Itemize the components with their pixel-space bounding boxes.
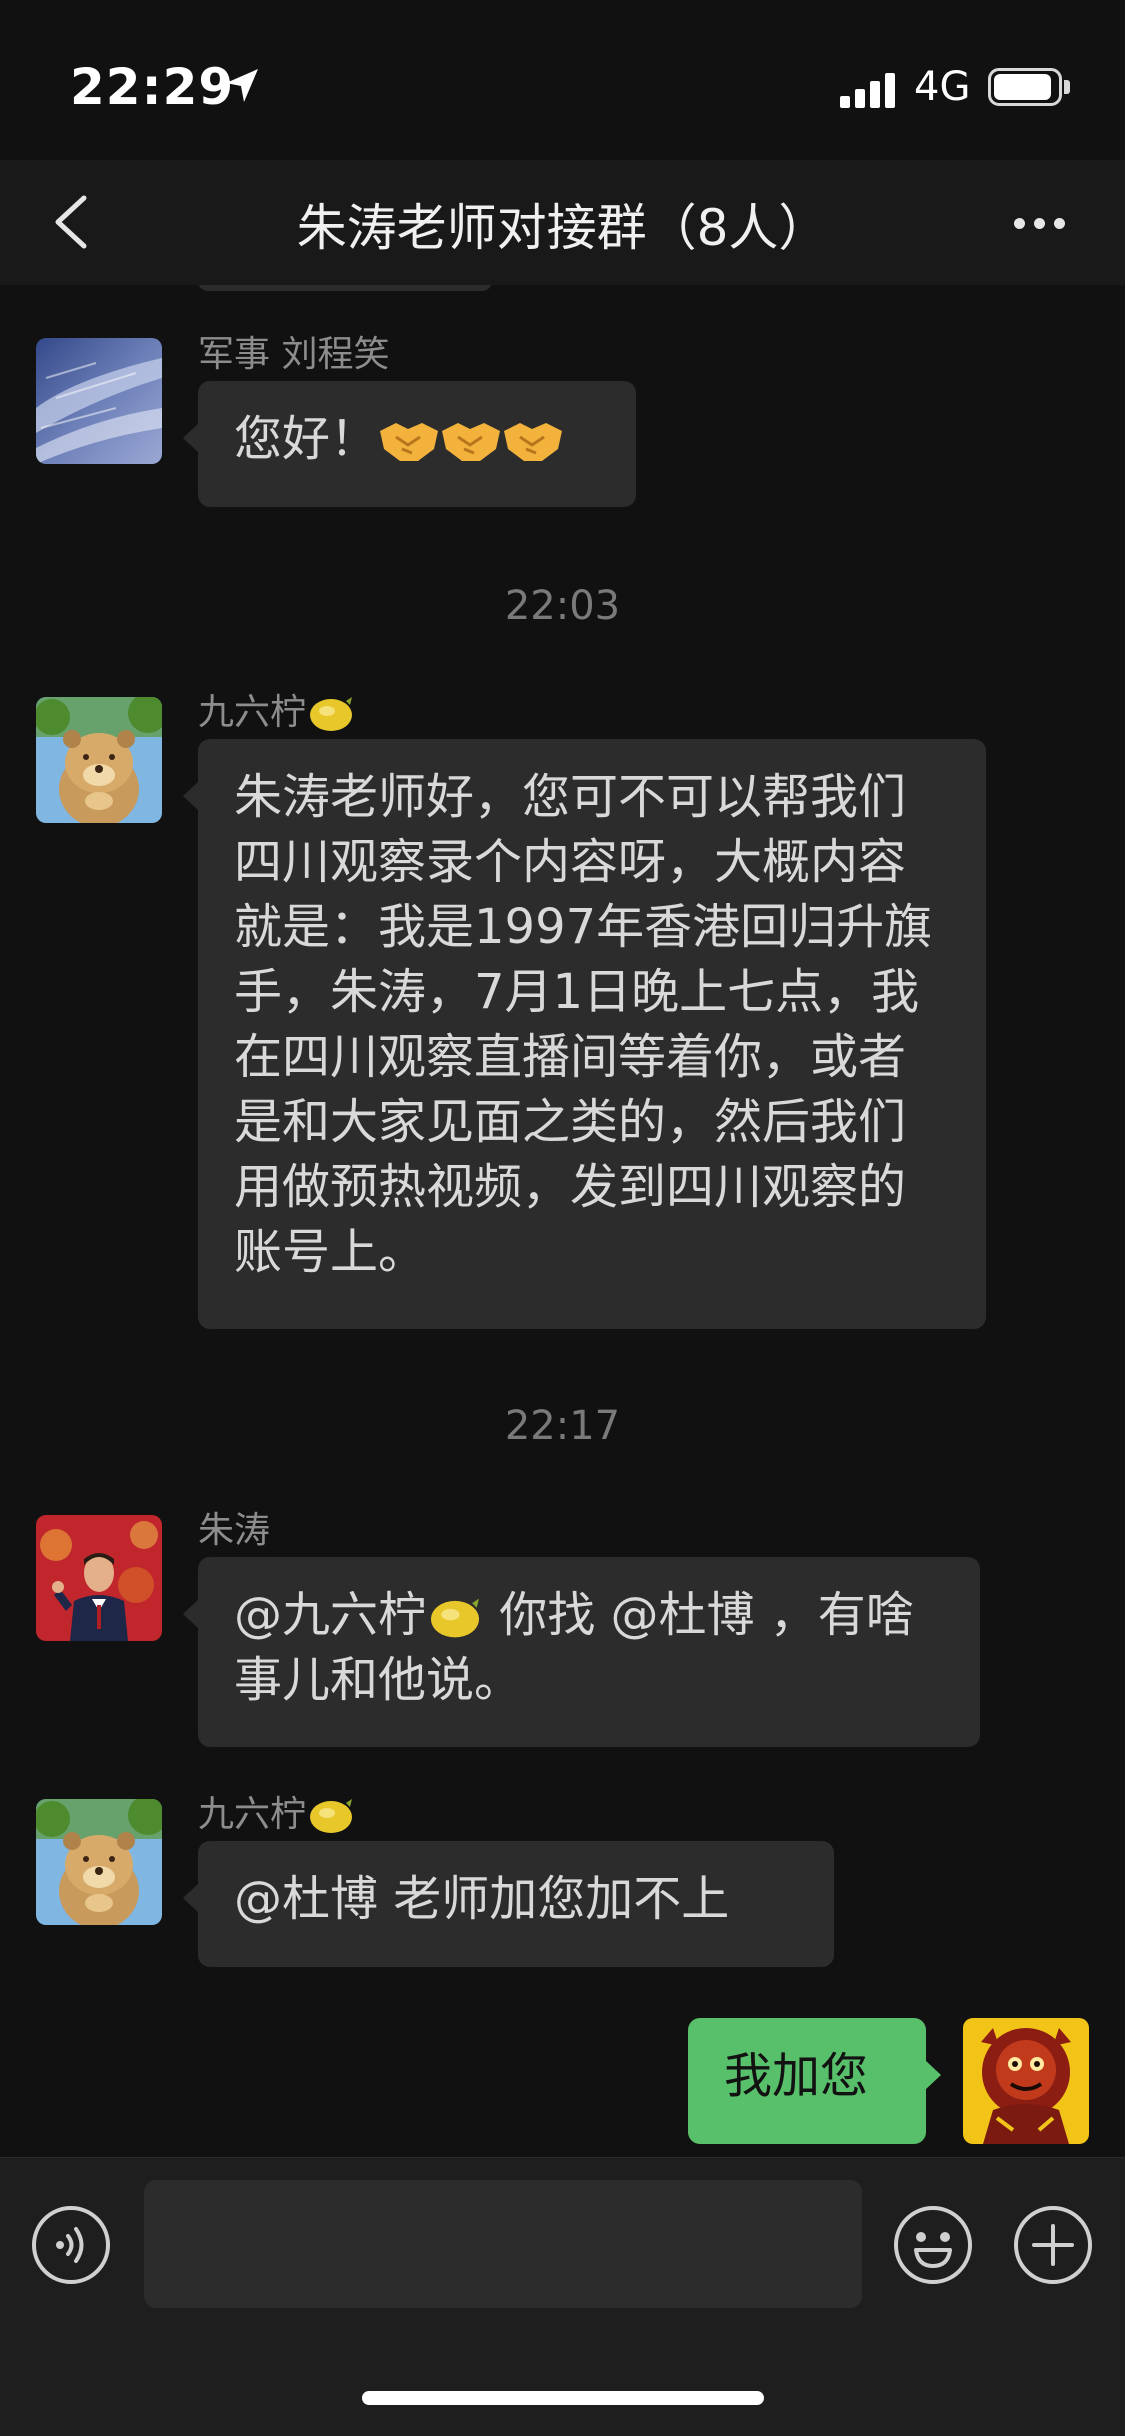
add-icon[interactable] xyxy=(1012,2204,1094,2286)
network-type: 4G xyxy=(914,64,971,110)
timestamp: 22:03 xyxy=(504,583,621,629)
avatar-sender-2[interactable] xyxy=(36,1799,162,1925)
battery-cap xyxy=(1064,80,1070,94)
message-text: 我加您 xyxy=(724,2048,869,2104)
status-time: 22:29 xyxy=(70,58,235,116)
status-bar: 22:29 4G xyxy=(0,0,1125,160)
sender-name: 九六柠 xyxy=(198,683,356,735)
nav-bar: 朱涛老师对接群（8人） xyxy=(0,160,1125,285)
message-text: @杜博 老师加您加不上 xyxy=(234,1871,730,1927)
avatar-sender-1[interactable] xyxy=(36,338,162,464)
message-bubble-1[interactable]: 您好！ xyxy=(183,381,636,507)
mention-link[interactable]: @九六柠 xyxy=(234,1587,426,1643)
battery-level xyxy=(994,74,1051,100)
message-bubble-3[interactable]: @九六柠 你找 @杜博 ，有啥事儿和他说。 xyxy=(183,1557,980,1747)
emoji-icon[interactable] xyxy=(892,2204,974,2286)
chat-messages[interactable]: 军事 刘程笑 您好！ 22:03 九六柠 朱涛老师好，您可不可以帮我们四川观察录… xyxy=(0,285,1125,2157)
chevron-left-icon[interactable] xyxy=(36,182,116,262)
avatar-sender-2[interactable] xyxy=(36,697,162,823)
sender-name-text: 九六柠 xyxy=(198,1794,307,1835)
battery-icon xyxy=(988,68,1062,106)
sender-name-text: 九六柠 xyxy=(198,692,307,733)
avatar-self[interactable] xyxy=(963,2018,1089,2144)
lemon-icon xyxy=(310,1799,353,1833)
home-indicator[interactable] xyxy=(362,2391,764,2405)
message-bubble-4[interactable]: @杜博 老师加您加不上 xyxy=(183,1841,834,1967)
cellular-signal-icon xyxy=(840,72,900,108)
more-dots-icon[interactable] xyxy=(1000,182,1080,262)
sender-name: 军事 刘程笑 xyxy=(198,334,390,375)
handshake-icon xyxy=(380,423,439,461)
message-bubble-2[interactable]: 朱涛老师好，您可不可以帮我们四川观察录个内容呀，大概内容就是：我是1997年香港… xyxy=(183,739,986,1329)
timestamp: 22:17 xyxy=(504,1403,621,1449)
handshake-icon xyxy=(504,423,563,461)
lemon-icon xyxy=(431,1598,480,1638)
message-bubble-self[interactable]: 我加您 xyxy=(688,2018,941,2144)
chat-title: 朱涛老师对接群（8人） xyxy=(296,199,829,257)
lemon-icon xyxy=(310,697,353,731)
message-input[interactable] xyxy=(144,2180,862,2308)
avatar-sender-3[interactable] xyxy=(36,1515,162,1641)
message-text: 朱涛老师好，您可不可以帮我们四川观察录个内容呀，大概内容就是：我是1997年香港… xyxy=(234,769,933,1280)
input-bar xyxy=(0,2157,1125,2436)
sender-name: 朱涛 xyxy=(198,1510,271,1551)
previous-message-bubble xyxy=(198,285,492,291)
voice-input-icon[interactable] xyxy=(30,2204,112,2286)
sender-name: 九六柠 xyxy=(198,1785,356,1837)
location-arrow-icon xyxy=(226,69,258,102)
handshake-icon xyxy=(442,423,501,461)
message-text: 您好！ xyxy=(234,411,379,467)
